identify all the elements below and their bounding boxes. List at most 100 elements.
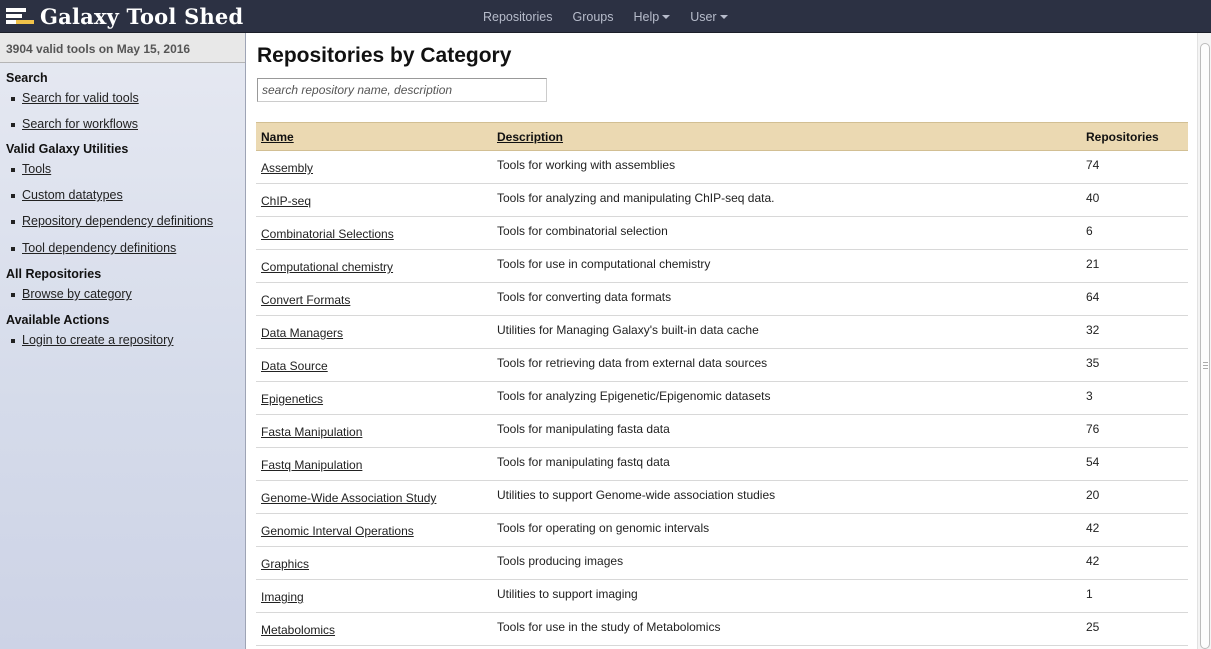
cell-name: Genome-Wide Association Study bbox=[256, 480, 494, 514]
section-title-all-repositories: All Repositories bbox=[6, 267, 102, 281]
nav-help-label: Help bbox=[633, 9, 660, 24]
category-link[interactable]: Epigenetics bbox=[261, 392, 323, 406]
table-row: Graphics Tools producing images 42 bbox=[256, 546, 1188, 580]
category-link[interactable]: Metabolomics bbox=[261, 623, 335, 637]
cell-description: Tools for manipulating fasta data bbox=[494, 414, 1083, 448]
browse-by-category-link[interactable]: Browse by category bbox=[22, 287, 132, 301]
cell-description: Tools for use in computational chemistry bbox=[494, 249, 1083, 283]
cell-description: Utilities to support imaging bbox=[494, 579, 1083, 613]
category-link[interactable]: Graphics bbox=[261, 557, 309, 571]
category-link[interactable]: Genome-Wide Association Study bbox=[261, 491, 436, 505]
table-row: Genome-Wide Association Study Utilities t… bbox=[256, 480, 1188, 514]
masthead: Galaxy Tool Shed Repositories Groups Hel… bbox=[0, 0, 1211, 33]
category-link[interactable]: Data Source bbox=[261, 359, 328, 373]
table-row: Computational chemistry Tools for use in … bbox=[256, 249, 1188, 283]
category-link[interactable]: Data Managers bbox=[261, 326, 343, 340]
sidebar-item-tool-dep-defs: Tool dependency definitions bbox=[0, 241, 245, 255]
cell-name: Assembly bbox=[256, 150, 494, 184]
cell-name: Convert Formats bbox=[256, 282, 494, 316]
cell-repository-count: 35 bbox=[1083, 348, 1188, 382]
category-link[interactable]: Computational chemistry bbox=[261, 260, 393, 274]
sidebar-item-tools: Tools bbox=[0, 162, 245, 176]
table-row: Assembly Tools for working with assemblie… bbox=[256, 150, 1188, 184]
table-row: Fasta Manipulation Tools for manipulating… bbox=[256, 414, 1188, 448]
category-link[interactable]: Assembly bbox=[261, 161, 313, 175]
caret-down-icon bbox=[719, 15, 728, 19]
table-header-row: Name Description Repositories bbox=[256, 122, 1188, 151]
custom-datatypes-link[interactable]: Custom datatypes bbox=[22, 188, 123, 202]
search-workflows-link[interactable]: Search for workflows bbox=[22, 117, 138, 131]
top-nav: Repositories Groups Help User bbox=[473, 0, 738, 33]
cell-description: Utilities to support Genome-wide associa… bbox=[494, 480, 1083, 514]
tools-link[interactable]: Tools bbox=[22, 162, 51, 176]
cell-repository-count: 25 bbox=[1083, 612, 1188, 646]
cell-repository-count: 32 bbox=[1083, 315, 1188, 349]
cell-name: Data Managers bbox=[256, 315, 494, 349]
category-link[interactable]: Genomic Interval Operations bbox=[261, 524, 414, 538]
cell-repository-count: 6 bbox=[1083, 216, 1188, 250]
sidebar-item-custom-datatypes: Custom datatypes bbox=[0, 188, 245, 202]
search-valid-tools-link[interactable]: Search for valid tools bbox=[22, 91, 139, 105]
brand-link[interactable]: Galaxy Tool Shed bbox=[6, 2, 243, 30]
nav-groups-label: Groups bbox=[572, 9, 614, 24]
galaxy-logo-icon bbox=[6, 4, 34, 28]
cell-description: Tools for operating on genomic intervals bbox=[494, 513, 1083, 547]
sort-by-name-link[interactable]: Name bbox=[261, 130, 294, 144]
repository-dependency-definitions-link[interactable]: Repository dependency definitions bbox=[22, 214, 213, 228]
nav-user-menu[interactable]: User bbox=[680, 10, 737, 24]
cell-name: Computational chemistry bbox=[256, 249, 494, 283]
cell-repository-count: 42 bbox=[1083, 513, 1188, 547]
category-link[interactable]: Imaging bbox=[261, 590, 304, 604]
sidebar-item-login: Login to create a repository bbox=[0, 333, 245, 347]
table-row: Data Managers Utilities for Managing Gala… bbox=[256, 315, 1188, 349]
table-row: Genomic Interval Operations Tools for ope… bbox=[256, 513, 1188, 547]
cell-name: Fastq Manipulation bbox=[256, 447, 494, 481]
cell-description: Utilities for Managing Galaxy's built-in… bbox=[494, 315, 1083, 349]
table-row: Data Source Tools for retrieving data fro… bbox=[256, 348, 1188, 382]
cell-repository-count: 1 bbox=[1083, 579, 1188, 613]
table-row: Epigenetics Tools for analyzing Epigeneti… bbox=[256, 381, 1188, 415]
category-link[interactable]: Fasta Manipulation bbox=[261, 425, 362, 439]
vertical-scrollbar[interactable] bbox=[1197, 33, 1211, 649]
sidebar-item-search-workflows: Search for workflows bbox=[0, 117, 245, 131]
section-title-available-actions: Available Actions bbox=[6, 313, 110, 327]
cell-repository-count: 20 bbox=[1083, 480, 1188, 514]
scrollbar-thumb[interactable] bbox=[1200, 43, 1210, 649]
cell-description: Tools for converting data formats bbox=[494, 282, 1083, 316]
left-panel: 3904 valid tools on May 15, 2016 Search … bbox=[0, 33, 246, 649]
category-link[interactable]: Fastq Manipulation bbox=[261, 458, 362, 472]
cell-repository-count: 54 bbox=[1083, 447, 1188, 481]
cell-repository-count: 40 bbox=[1083, 183, 1188, 217]
cell-repository-count: 21 bbox=[1083, 249, 1188, 283]
table-row: Metabolomics Tools for use in the study o… bbox=[256, 612, 1188, 646]
cell-name: ChIP-seq bbox=[256, 183, 494, 217]
login-create-repository-link[interactable]: Login to create a repository bbox=[22, 333, 173, 347]
cell-description: Tools for working with assemblies bbox=[494, 150, 1083, 184]
sidebar-item-browse-by-category: Browse by category bbox=[0, 287, 245, 301]
table-row: ChIP-seq Tools for analyzing and manipula… bbox=[256, 183, 1188, 217]
column-header-name: Name bbox=[256, 122, 494, 151]
tool-dependency-definitions-link[interactable]: Tool dependency definitions bbox=[22, 241, 176, 255]
table-row: Convert Formats Tools for converting data… bbox=[256, 282, 1188, 316]
cell-description: Tools for use in the study of Metabolomi… bbox=[494, 612, 1083, 646]
table-row: Imaging Utilities to support imaging 1 bbox=[256, 579, 1188, 613]
cell-name: Fasta Manipulation bbox=[256, 414, 494, 448]
cell-description: Tools for analyzing and manipulating ChI… bbox=[494, 183, 1083, 217]
cell-description: Tools producing images bbox=[494, 546, 1083, 580]
valid-tools-summary: 3904 valid tools on May 15, 2016 bbox=[0, 33, 245, 63]
category-link[interactable]: ChIP-seq bbox=[261, 194, 311, 208]
nav-groups[interactable]: Groups bbox=[562, 10, 623, 24]
cell-repository-count: 3 bbox=[1083, 381, 1188, 415]
categories-table: Name Description Repositories Assembly To… bbox=[256, 122, 1188, 646]
cell-name: Imaging bbox=[256, 579, 494, 613]
category-link[interactable]: Convert Formats bbox=[261, 293, 350, 307]
nav-repositories-label: Repositories bbox=[483, 9, 553, 24]
search-input[interactable] bbox=[257, 78, 547, 102]
category-link[interactable]: Combinatorial Selections bbox=[261, 227, 394, 241]
cell-name: Graphics bbox=[256, 546, 494, 580]
nav-user-label: User bbox=[690, 9, 717, 24]
nav-repositories[interactable]: Repositories bbox=[473, 10, 562, 24]
nav-help-menu[interactable]: Help bbox=[623, 10, 680, 24]
table-row: Combinatorial Selections Tools for combin… bbox=[256, 216, 1188, 250]
sort-by-description-link[interactable]: Description bbox=[497, 130, 563, 144]
